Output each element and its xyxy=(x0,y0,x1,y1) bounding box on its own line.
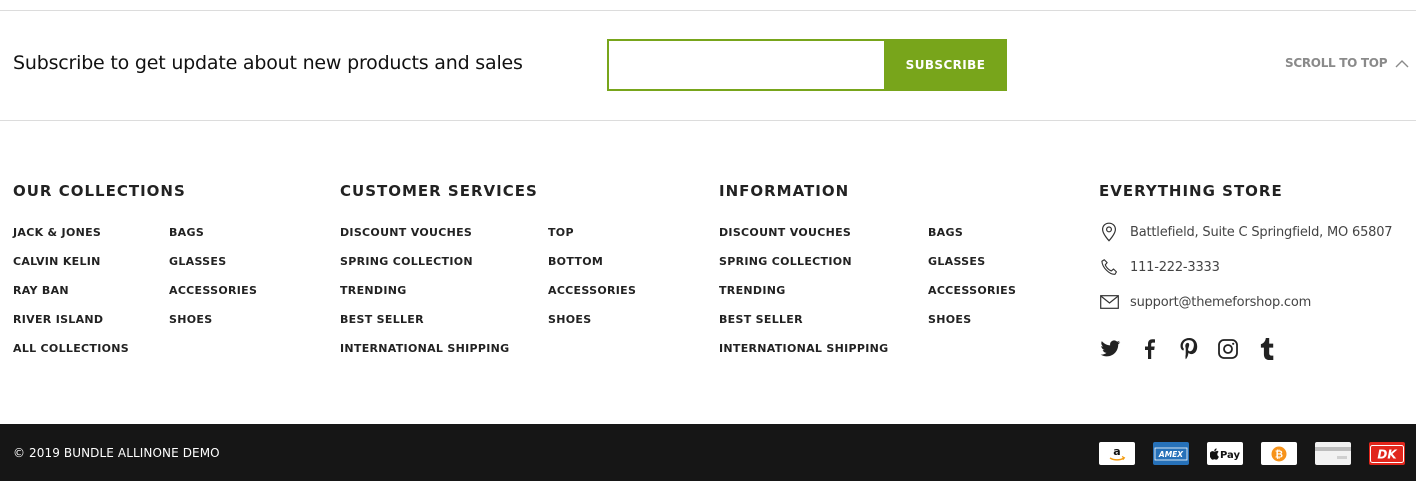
section-divider xyxy=(0,120,1416,121)
map-pin-icon xyxy=(1099,222,1119,242)
svg-text:₿: ₿ xyxy=(1275,448,1283,460)
footer-link-bags[interactable]: BAGS xyxy=(169,225,257,254)
footer-link-shoes[interactable]: SHOES xyxy=(548,312,636,341)
phone-icon xyxy=(1099,257,1119,277)
svg-text:DK: DK xyxy=(1377,447,1398,461)
footer-link-glasses[interactable]: GLASSES xyxy=(169,254,257,283)
apple-pay-icon: Pay xyxy=(1207,442,1243,465)
footer-link-shoes[interactable]: SHOES xyxy=(169,312,257,341)
store-address-text: Battlefield, Suite C Springfield, MO 658… xyxy=(1130,224,1393,240)
footer-link-calvin-kelin[interactable]: CALVIN KELIN xyxy=(13,254,129,283)
customer-services-list-1: DISCOUNT VOUCHES SPRING COLLECTION TREND… xyxy=(340,225,509,370)
footer-link-accessories[interactable]: ACCESSORIES xyxy=(928,283,1016,312)
svg-text:Pay: Pay xyxy=(1220,450,1240,461)
information-title: INFORMATION xyxy=(719,182,850,200)
our-collections-title: OUR COLLECTIONS xyxy=(13,182,186,200)
store-title: EVERYTHING STORE xyxy=(1099,182,1283,200)
footer-link-discount-vouches[interactable]: DISCOUNT VOUCHES xyxy=(719,225,888,254)
facebook-icon[interactable] xyxy=(1138,337,1161,360)
customer-services-title: CUSTOMER SERVICES xyxy=(340,182,538,200)
footer-link-international-shipping[interactable]: INTERNATIONAL SHIPPING xyxy=(340,341,509,370)
footer-link-ray-ban[interactable]: RAY BAN xyxy=(13,283,129,312)
footer-link-glasses[interactable]: GLASSES xyxy=(928,254,1016,283)
information-list-1: DISCOUNT VOUCHES SPRING COLLECTION TREND… xyxy=(719,225,888,370)
envelope-icon xyxy=(1099,292,1119,312)
footer-bottom-bar: © 2019 BUNDLE ALLINONE DEMO a AMEX Pay ₿… xyxy=(0,424,1416,481)
dankort-icon: DK xyxy=(1369,442,1405,465)
credit-card-icon xyxy=(1315,442,1351,465)
footer-link-spring-collection[interactable]: SPRING COLLECTION xyxy=(719,254,888,283)
footer-link-bottom[interactable]: BOTTOM xyxy=(548,254,636,283)
amex-icon: AMEX xyxy=(1153,442,1189,465)
footer-link-all-collections[interactable]: ALL COLLECTIONS xyxy=(13,341,129,370)
payment-methods: a AMEX Pay ₿ DK xyxy=(1099,442,1405,465)
store-address: Battlefield, Suite C Springfield, MO 658… xyxy=(1099,222,1393,242)
footer-link-trending[interactable]: TRENDING xyxy=(340,283,509,312)
svg-text:a: a xyxy=(1113,445,1120,458)
footer-link-best-seller[interactable]: BEST SELLER xyxy=(340,312,509,341)
footer-link-river-island[interactable]: RIVER ISLAND xyxy=(13,312,129,341)
footer-link-trending[interactable]: TRENDING xyxy=(719,283,888,312)
footer-link-spring-collection[interactable]: SPRING COLLECTION xyxy=(340,254,509,283)
store-phone: 111-222-3333 xyxy=(1099,257,1220,277)
scroll-to-top-button[interactable]: SCROLL TO TOP xyxy=(1285,56,1409,70)
amazon-pay-icon: a xyxy=(1099,442,1135,465)
twitter-icon[interactable] xyxy=(1099,337,1122,360)
footer-link-bags[interactable]: BAGS xyxy=(928,225,1016,254)
footer-link-best-seller[interactable]: BEST SELLER xyxy=(719,312,888,341)
customer-services-list-2: TOP BOTTOM ACCESSORIES SHOES xyxy=(548,225,636,341)
pinterest-icon[interactable] xyxy=(1177,337,1200,360)
svg-text:AMEX: AMEX xyxy=(1158,450,1184,459)
subscribe-heading: Subscribe to get update about new produc… xyxy=(13,52,523,74)
social-links xyxy=(1099,337,1278,360)
store-email: support@themeforshop.com xyxy=(1099,292,1311,312)
top-divider xyxy=(0,10,1416,11)
copyright-text: © 2019 BUNDLE ALLINONE DEMO xyxy=(13,446,220,460)
bitcoin-icon: ₿ xyxy=(1261,442,1297,465)
footer-link-jack-jones[interactable]: JACK & JONES xyxy=(13,225,129,254)
store-email-text: support@themeforshop.com xyxy=(1130,294,1312,310)
footer-link-discount-vouches[interactable]: DISCOUNT VOUCHES xyxy=(340,225,509,254)
store-phone-text: 111-222-3333 xyxy=(1130,259,1220,275)
tumblr-icon[interactable] xyxy=(1255,337,1278,360)
subscribe-email-input[interactable] xyxy=(607,39,885,91)
scroll-to-top-label: SCROLL TO TOP xyxy=(1285,56,1388,70)
footer-link-international-shipping[interactable]: INTERNATIONAL SHIPPING xyxy=(719,341,888,370)
footer-link-shoes[interactable]: SHOES xyxy=(928,312,1016,341)
chevron-up-icon xyxy=(1395,59,1409,67)
subscribe-button[interactable]: SUBSCRIBE xyxy=(884,39,1007,91)
our-collections-list-1: JACK & JONES CALVIN KELIN RAY BAN RIVER … xyxy=(13,225,129,370)
footer-link-accessories[interactable]: ACCESSORIES xyxy=(169,283,257,312)
our-collections-list-2: BAGS GLASSES ACCESSORIES SHOES xyxy=(169,225,257,341)
instagram-icon[interactable] xyxy=(1216,337,1239,360)
information-list-2: BAGS GLASSES ACCESSORIES SHOES xyxy=(928,225,1016,341)
footer-link-accessories[interactable]: ACCESSORIES xyxy=(548,283,636,312)
footer-link-top[interactable]: TOP xyxy=(548,225,636,254)
